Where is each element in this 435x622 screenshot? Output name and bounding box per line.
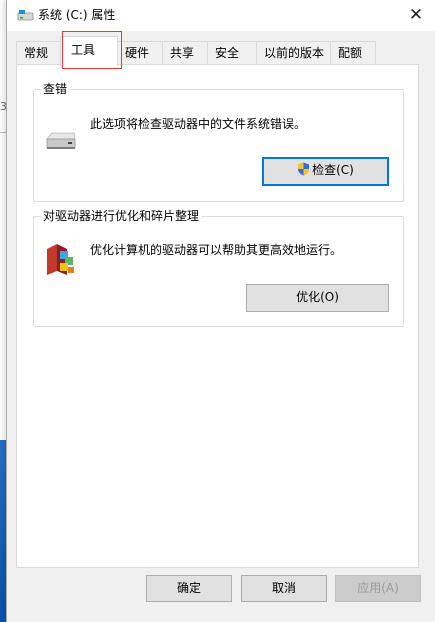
tab-general[interactable]: 常规 [16,41,62,65]
optimize-button-label: 优化(O) [296,290,339,304]
window-title: 系统 (C:) 属性 [38,8,116,22]
cancel-button-label: 取消 [271,581,296,595]
apply-button[interactable]: 应用(A) [335,575,421,602]
tab-strip: 常规 工具 硬件 共享 安全 以前的版本 配额 [7,36,435,66]
uac-shield-icon [298,162,310,176]
error-checking-description: 此选项将检查驱动器中的文件系统错误。 [90,117,307,131]
tools-panel: 查错 此选项将检查驱动器中的文件系统错误。 检查(C) 对驱动器进行优化和碎片整… [16,64,419,568]
apply-button-label: 应用(A) [357,581,399,595]
error-checking-group: 查错 此选项将检查驱动器中的文件系统错误。 检查(C) [33,81,404,202]
check-button[interactable]: 检查(C) [262,157,389,186]
tab-quota[interactable]: 配额 [330,41,376,65]
close-button[interactable]: ✕ [396,0,435,31]
optimize-button[interactable]: 优化(O) [246,284,389,312]
optimize-description: 优化计算机的驱动器可以帮助其更高效地运行。 [90,243,343,257]
tab-security[interactable]: 安全 [207,41,257,65]
cancel-button[interactable]: 取消 [241,575,327,602]
title-bar[interactable]: 系统 (C:) 属性 ✕ [7,0,435,31]
tab-sharing[interactable]: 共享 [162,41,208,65]
drive-icon [17,10,34,21]
ok-button[interactable]: 确定 [146,575,232,602]
close-icon: ✕ [408,5,424,25]
optimize-title: 对驱动器进行优化和碎片整理 [41,208,202,224]
tab-hardware[interactable]: 硬件 [117,41,163,65]
error-checking-title: 查错 [41,81,70,97]
tab-previous-versions[interactable]: 以前的版本 [256,41,331,65]
defrag-icon [47,244,74,275]
optimize-group: 对驱动器进行优化和碎片整理 优化计算机的驱动器可以帮助其更高效地运行。 优化(O… [33,208,404,327]
properties-dialog: 系统 (C:) 属性 ✕ 常规 工具 硬件 共享 安全 以前的版本 配额 查错 … [6,0,435,622]
ok-button-label: 确定 [176,581,201,595]
hard-drive-icon [46,132,76,149]
check-button-label: 检查(C) [312,163,354,177]
tab-tools[interactable]: 工具 [60,36,118,66]
